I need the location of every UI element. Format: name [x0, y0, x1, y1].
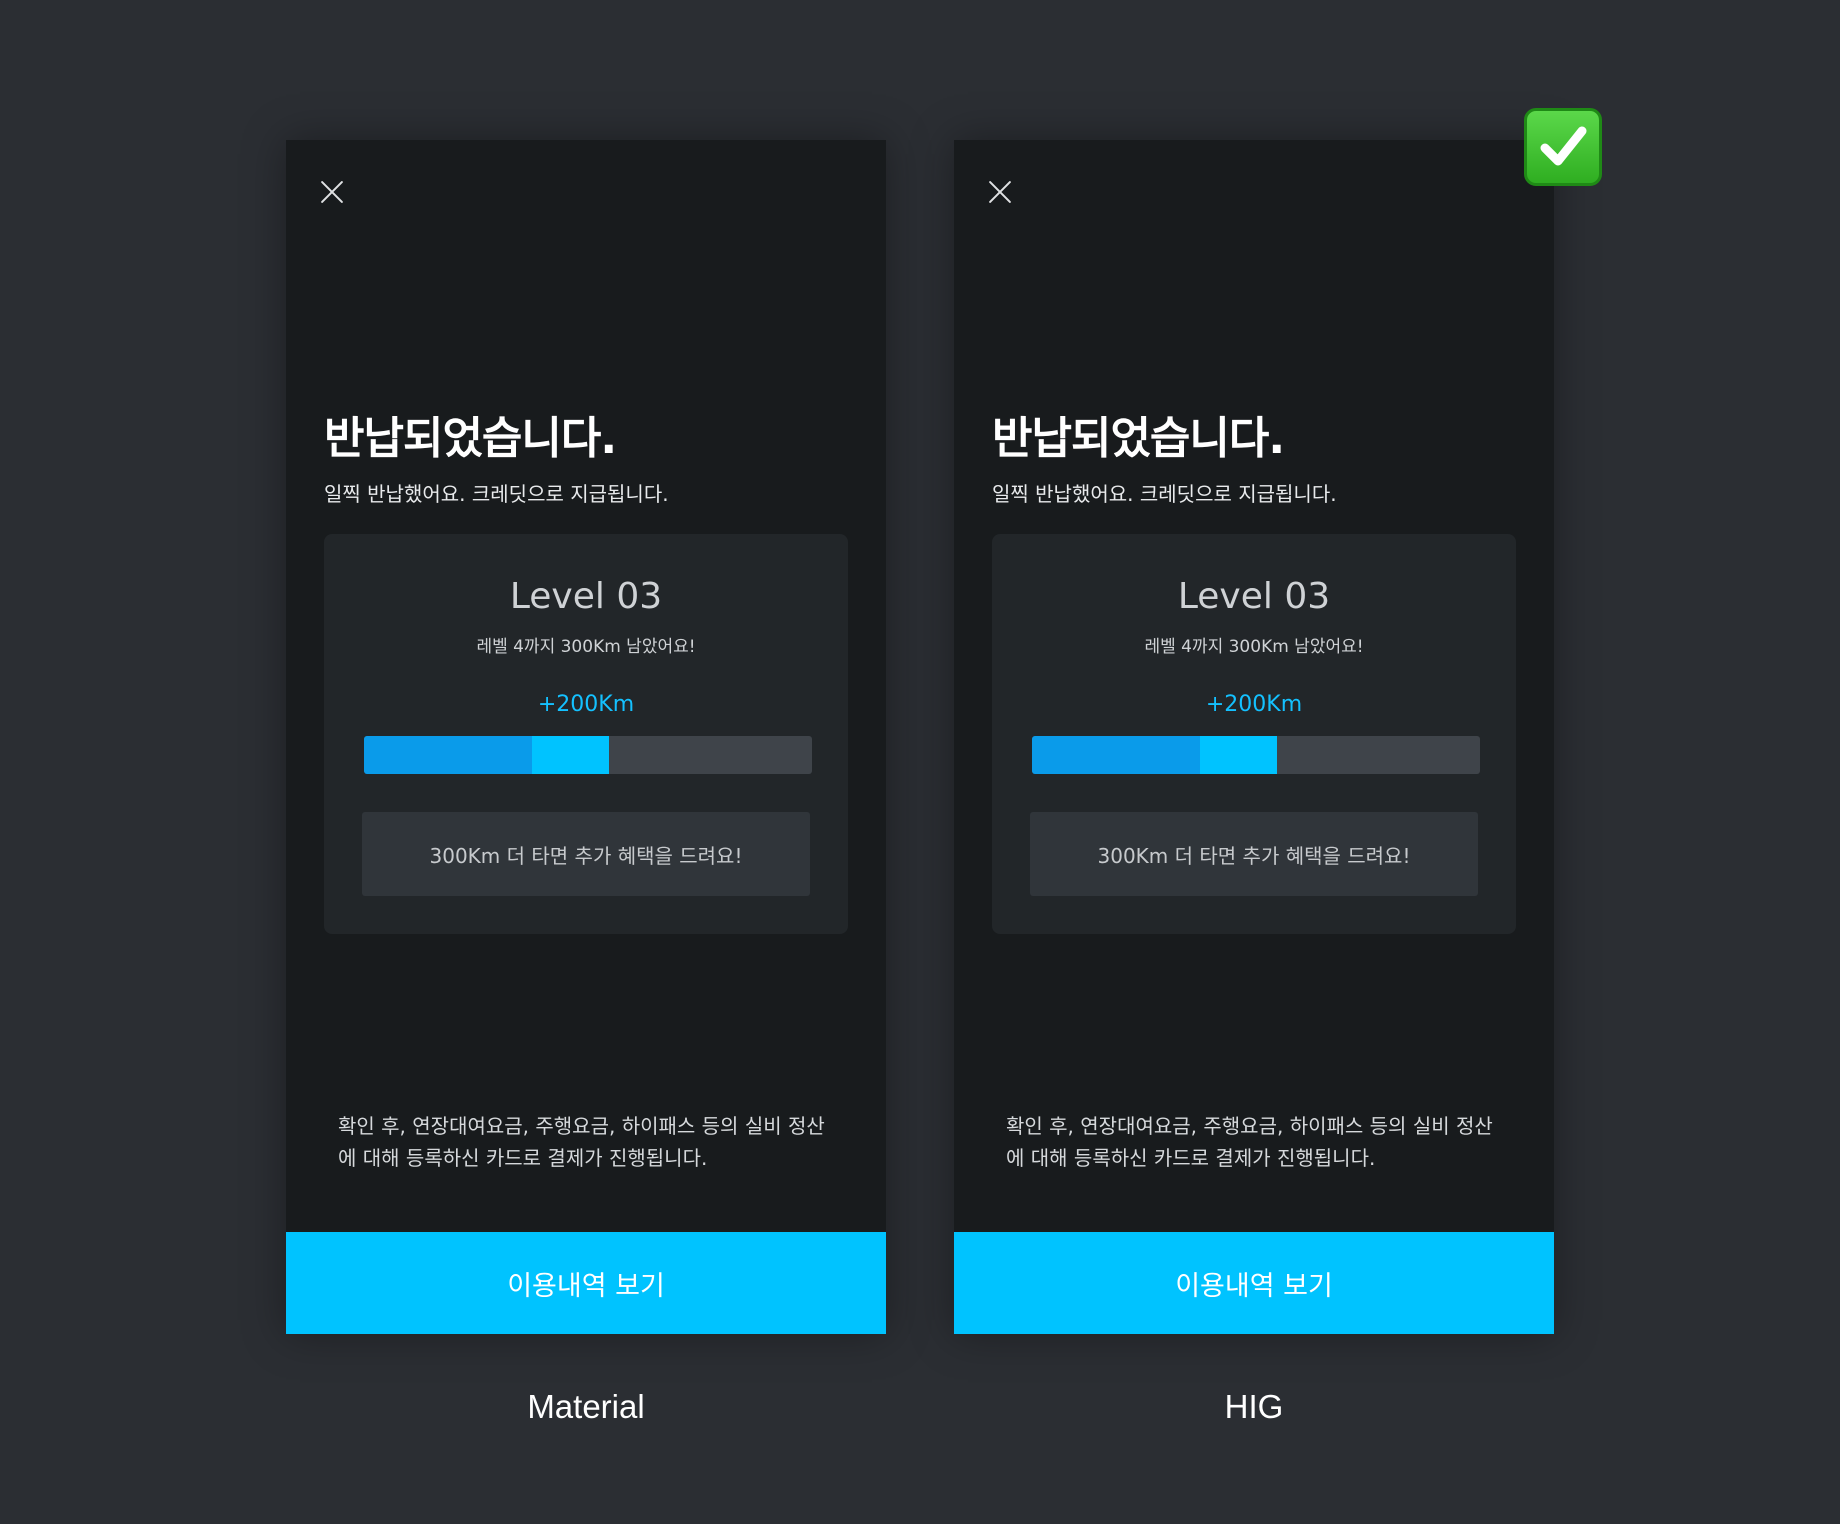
progress-gain-fill [532, 736, 610, 774]
hig-screen: 반납되었습니다. 일찍 반납했어요. 크레딧으로 지급됩니다. Level 03… [954, 140, 1554, 1334]
level-progress-bar [364, 736, 812, 774]
page-subtitle: 일찍 반납했어요. 크레딧으로 지급됩니다. [324, 482, 669, 506]
page-title: 반납되었습니다. [992, 413, 1285, 464]
level-progress-bar [1032, 736, 1480, 774]
page-title: 반납되었습니다. [324, 413, 617, 464]
view-history-button[interactable]: 이용내역 보기 [954, 1232, 1554, 1334]
distance-gain: +200Km [537, 692, 635, 717]
level-title: Level 03 [509, 576, 663, 617]
progress-base-fill [1032, 736, 1200, 774]
level-card: Level 03 레벨 4까지 300Km 남았어요! +200Km 300Km… [324, 534, 848, 934]
level-title: Level 03 [1177, 576, 1331, 617]
distance-gain: +200Km [1205, 692, 1303, 717]
level-card: Level 03 레벨 4까지 300Km 남았어요! +200Km 300Km… [992, 534, 1516, 934]
benefit-banner: 300Km 더 타면 추가 혜택을 드려요! [362, 812, 810, 896]
level-remaining: 레벨 4까지 300Km 남았어요! [1144, 637, 1364, 657]
benefit-banner: 300Km 더 타면 추가 혜택을 드려요! [1030, 812, 1478, 896]
material-screen: 반납되었습니다. 일찍 반납했어요. 크레딧으로 지급됩니다. Level 03… [286, 140, 886, 1334]
close-icon[interactable] [982, 174, 1018, 210]
close-icon[interactable] [314, 174, 350, 210]
check-mark-icon [1524, 108, 1602, 186]
level-remaining: 레벨 4까지 300Km 남았어요! [476, 637, 696, 657]
view-history-button[interactable]: 이용내역 보기 [286, 1232, 886, 1334]
payment-notice: 확인 후, 연장대여요금, 주행요금, 하이패스 등의 실비 정산에 대해 등록… [1006, 1114, 1493, 1170]
progress-base-fill [364, 736, 532, 774]
progress-gain-fill [1200, 736, 1278, 774]
variant-label-material: Material [527, 1388, 645, 1425]
page-subtitle: 일찍 반납했어요. 크레딧으로 지급됩니다. [992, 482, 1337, 506]
payment-notice: 확인 후, 연장대여요금, 주행요금, 하이패스 등의 실비 정산에 대해 등록… [338, 1114, 825, 1170]
variant-label-hig: HIG [1224, 1388, 1284, 1425]
